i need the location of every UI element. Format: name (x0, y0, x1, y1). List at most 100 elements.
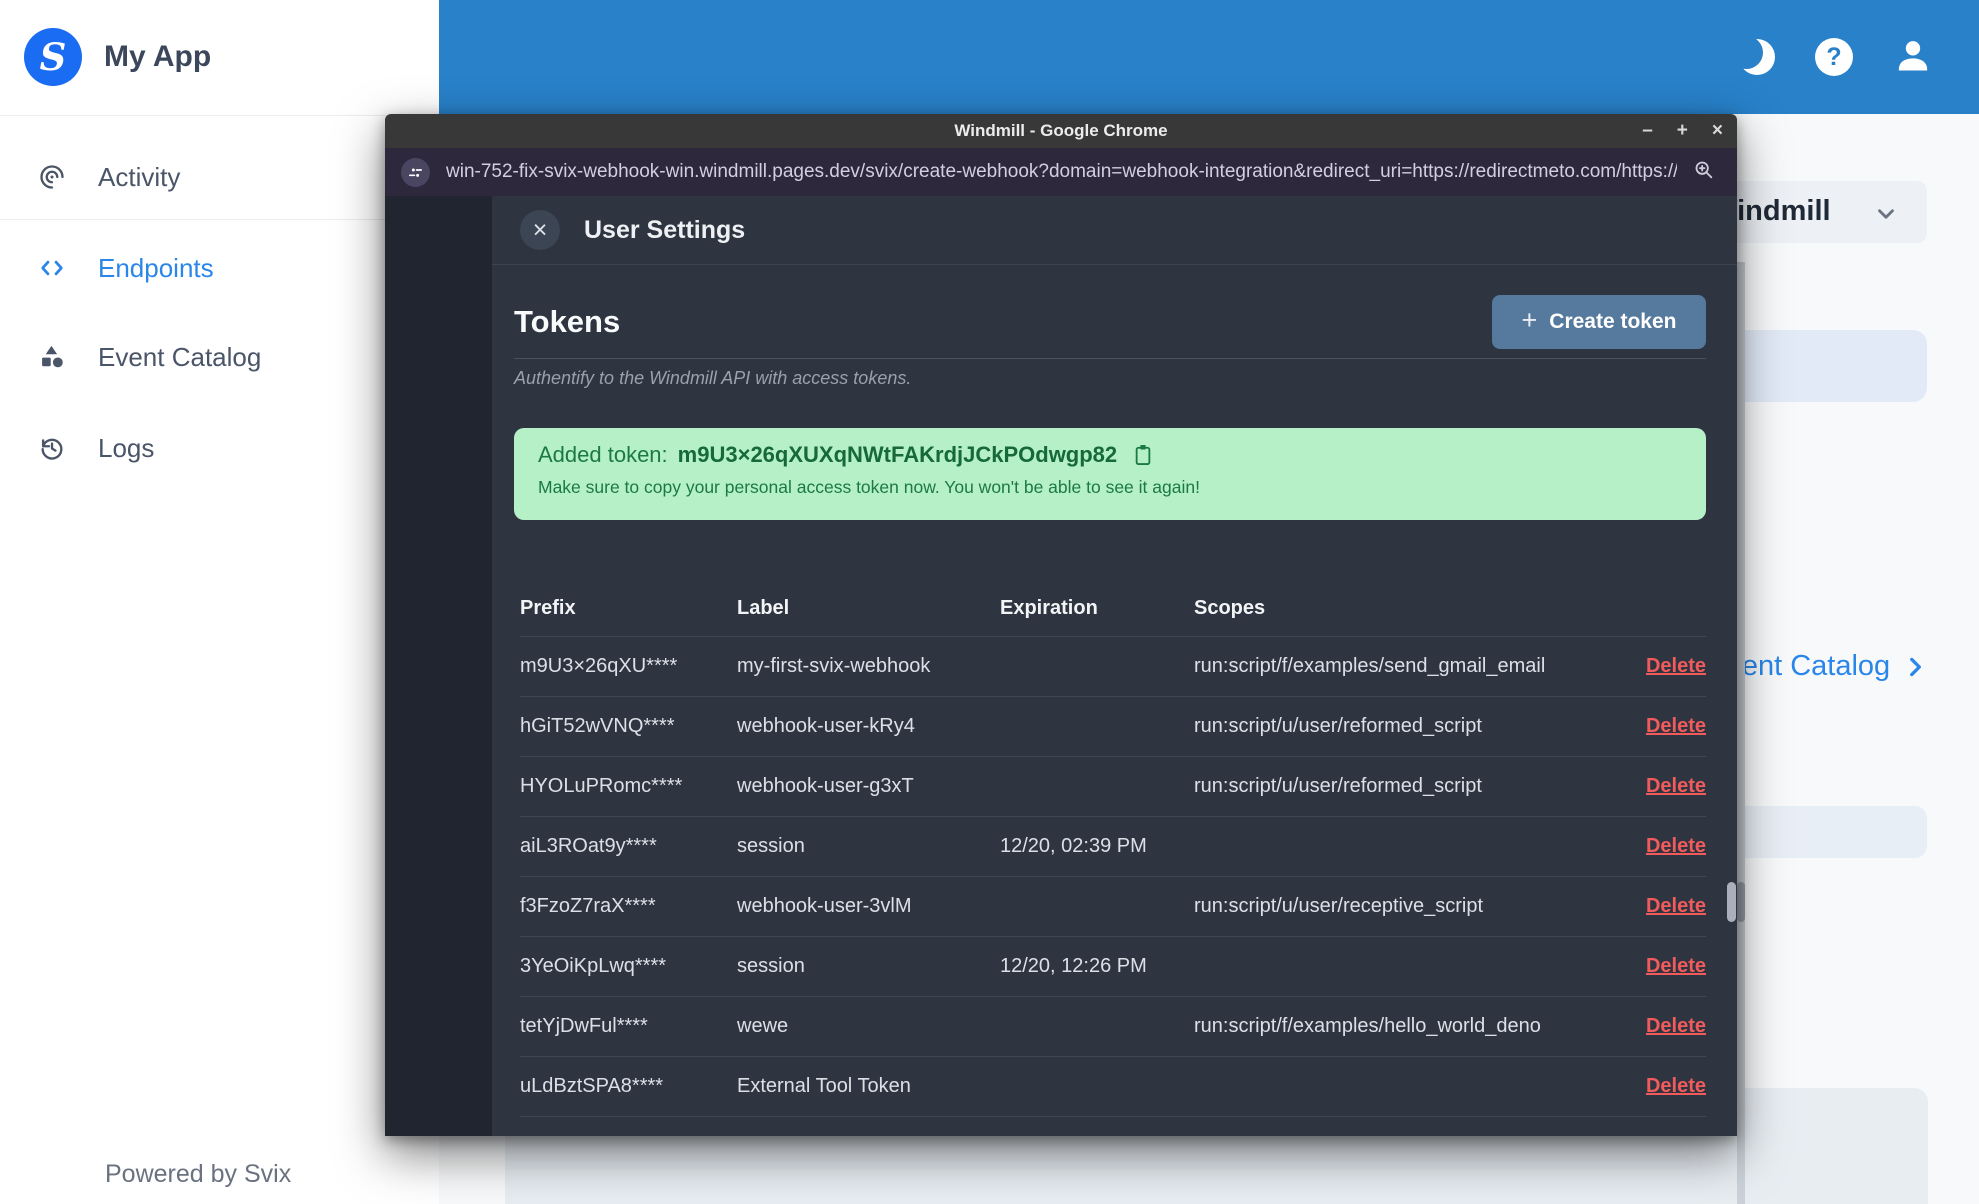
sidebar-item-logs[interactable]: Logs (0, 418, 439, 478)
drawer-header: × User Settings (492, 196, 1737, 265)
col-header-expiration: Expiration (1000, 596, 1098, 619)
divider (514, 358, 1706, 359)
divider (0, 115, 439, 116)
powered-by-svix: Powered by Svix (105, 1160, 292, 1188)
history-icon (41, 438, 63, 460)
help-glyph: ? (1826, 42, 1842, 71)
delete-token-button[interactable]: Delete (1646, 1135, 1706, 1136)
site-settings-icon[interactable] (401, 157, 430, 187)
token-label: session (737, 955, 805, 977)
table-row: m9U3×26qXU**** my-first-svix-webhook run… (520, 636, 1706, 696)
token-prefix: 3YeOiKpLwq**** (520, 955, 667, 977)
chevron-down-icon (1878, 209, 1894, 219)
screen: ? Windmill Event Catalog S My App Activi… (0, 0, 1979, 1204)
token-label: External Tool Token (737, 1075, 911, 1097)
tokens-heading: Tokens (514, 304, 621, 339)
user-settings-drawer: × User Settings Tokens Authentify to the… (492, 196, 1737, 1136)
token-label: webhook-user-3vlM (737, 895, 912, 917)
sidebar-item-endpoints[interactable]: Endpoints (0, 238, 439, 298)
sidebar-item-label: Logs (98, 432, 155, 463)
drawer-scrollbar-thumb[interactable] (1727, 882, 1736, 922)
col-header-label: Label (737, 596, 790, 619)
col-header-scopes: Scopes (1194, 596, 1266, 619)
copy-token-icon[interactable] (1133, 443, 1153, 467)
delete-token-button[interactable]: Delete (1646, 895, 1706, 917)
added-token-alert: Added token: m9U3×26qXUXqNWtFAKrdjJCkPOd… (514, 428, 1706, 520)
table-row: tetYjDwFul**** wewe run:script/f/example… (520, 996, 1706, 1056)
close-icon: × (532, 215, 548, 244)
tokens-subtitle: Authentify to the Windmill API with acce… (514, 368, 912, 388)
chrome-window: Windmill - Google Chrome – + × win-752-f… (385, 114, 1737, 1136)
token-prefix: aiL3ROat9y**** (520, 835, 657, 857)
token-label: webhook-user-g3xT (737, 775, 914, 797)
delete-token-button[interactable]: Delete (1646, 655, 1706, 677)
token-prefix: m9U3×26qXU**** (520, 655, 678, 677)
user-icon[interactable] (1893, 35, 1933, 80)
dark-mode-toggle-icon[interactable] (1730, 36, 1775, 75)
close-drawer-button[interactable]: × (520, 210, 560, 250)
alert-note: Make sure to copy your personal access t… (538, 477, 1200, 497)
delete-token-button[interactable]: Delete (1646, 1075, 1706, 1097)
sidebar: S My App Activity Endpoints Event Catalo… (0, 0, 439, 1204)
tokens-table: Prefix Label Expiration Scopes m9U3×26qX… (520, 580, 1706, 1136)
url-text[interactable]: win-752-fix-svix-webhook-win.windmill.pa… (446, 161, 1677, 183)
window-title: Windmill - Google Chrome (954, 121, 1168, 140)
token-scopes: run:script/f/examples/send_gmail_email (1194, 655, 1546, 677)
token-scopes: run:script/u/user/reformed_script (1194, 715, 1482, 737)
sidebar-item-event-catalog[interactable]: Event Catalog (0, 327, 439, 387)
create-token-button[interactable]: + Create token (1492, 295, 1706, 349)
token-expiration: 12/20, 12:26 PM (1000, 955, 1147, 977)
table-row: f3FzoZ7raX**** webhook-user-3vlM run:scr… (520, 876, 1706, 936)
address-bar[interactable]: win-752-fix-svix-webhook-win.windmill.pa… (385, 148, 1737, 196)
chrome-titlebar[interactable]: Windmill - Google Chrome – + × (385, 114, 1737, 148)
token-prefix: uLdBztSPA8**** (520, 1075, 664, 1097)
maximize-button[interactable]: + (1677, 114, 1688, 148)
table-row: hGiT52wVNQ**** webhook-user-kRy4 run:scr… (520, 696, 1706, 756)
svix-logo-icon: S (24, 28, 82, 86)
delete-token-button[interactable]: Delete (1646, 1015, 1706, 1037)
help-icon[interactable]: ? (1815, 38, 1853, 76)
table-row: 3YeOiKpLwq**** session 12/20, 12:26 PM D… (520, 936, 1706, 996)
table-row-partial: i9AiXYkJR9**** wh-token Delete (520, 1116, 1706, 1136)
token-expiration: 12/20, 02:39 PM (1000, 835, 1147, 857)
code-icon (41, 260, 63, 276)
token-label: session (737, 835, 805, 857)
token-label: my-first-svix-webhook (737, 655, 931, 677)
token-scopes: run:script/f/examples/hello_world_deno (1194, 1015, 1541, 1037)
page-scrollbar[interactable] (1737, 262, 1745, 1204)
token-scopes: run:script/u/user/reformed_script (1194, 775, 1482, 797)
token-scopes: run:script/u/user/receptive_script (1194, 895, 1484, 917)
app-title: My App (104, 40, 212, 73)
browser-viewport: × User Settings Tokens Authentify to the… (385, 196, 1737, 1136)
brand: S My App (0, 0, 439, 88)
close-window-button[interactable]: × (1712, 114, 1723, 148)
delete-token-button[interactable]: Delete (1646, 715, 1706, 737)
create-token-label: Create token (1549, 310, 1677, 333)
alert-label: Added token: (538, 442, 668, 467)
table-header-row: Prefix Label Expiration Scopes (520, 580, 1706, 636)
activity-icon (40, 165, 64, 189)
token-label: wewe (737, 1015, 789, 1037)
token-label: wh-token (737, 1135, 1000, 1136)
token-prefix: f3FzoZ7raX**** (520, 895, 656, 917)
shapes-icon (42, 345, 63, 368)
sidebar-item-label: Activity (98, 161, 181, 192)
zoom-icon[interactable] (1693, 159, 1715, 186)
chevron-right-icon (1910, 657, 1922, 676)
app-header: ? (439, 0, 1979, 114)
token-prefix: HYOLuPRomc**** (520, 775, 683, 797)
delete-token-button[interactable]: Delete (1646, 775, 1706, 797)
sidebar-item-activity[interactable]: Activity (0, 147, 439, 207)
delete-token-button[interactable]: Delete (1646, 955, 1706, 977)
col-header-prefix: Prefix (520, 596, 576, 619)
delete-token-button[interactable]: Delete (1646, 835, 1706, 857)
alert-token-value: m9U3×26qXUXqNWtFAKrdjJCkPOdwgp82 (677, 442, 1118, 467)
token-prefix: hGiT52wVNQ**** (520, 715, 675, 737)
logo-glyph: S (39, 35, 67, 79)
table-row: HYOLuPRomc**** webhook-user-g3xT run:scr… (520, 756, 1706, 816)
table-row: aiL3ROat9y**** session 12/20, 02:39 PM D… (520, 816, 1706, 876)
minimize-button[interactable]: – (1642, 114, 1653, 148)
page-scrollbar-thumb[interactable] (1737, 882, 1745, 922)
sidebar-item-label: Event Catalog (98, 341, 262, 372)
table-row: uLdBztSPA8**** External Tool Token Delet… (520, 1056, 1706, 1116)
